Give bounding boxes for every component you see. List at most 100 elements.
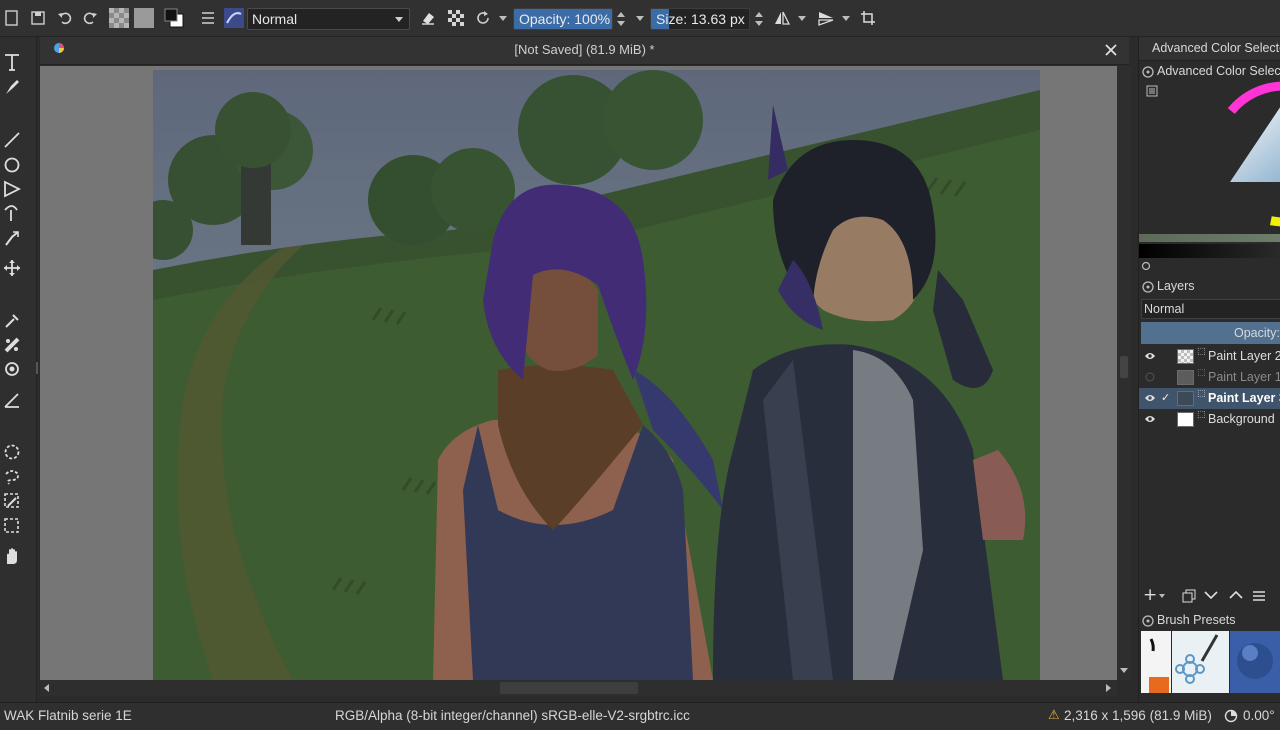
document-tab[interactable]: [Not Saved] (81.9 MiB) * bbox=[40, 37, 1129, 65]
layer-inherit-alpha-icon[interactable]: ⬚ bbox=[1197, 347, 1206, 357]
fg-bg-color-icon[interactable] bbox=[164, 8, 184, 28]
fill-pattern-icon[interactable] bbox=[109, 8, 129, 28]
value-slider[interactable] bbox=[1139, 244, 1280, 258]
layer-inherit-alpha-icon[interactable]: ⬚ bbox=[1197, 368, 1206, 378]
preserve-alpha-icon[interactable] bbox=[446, 8, 466, 28]
reload-preset-icon[interactable] bbox=[473, 8, 493, 28]
horizontal-scroll-thumb[interactable] bbox=[500, 682, 638, 694]
new-document-icon[interactable] bbox=[2, 8, 22, 28]
brush-settings-icon[interactable] bbox=[198, 8, 218, 28]
line-tool-icon[interactable] bbox=[3, 131, 21, 149]
chevron-down-icon bbox=[395, 17, 403, 22]
contiguous-select-tool-icon[interactable] bbox=[3, 492, 21, 510]
eye-icon[interactable] bbox=[1144, 393, 1156, 403]
size-spinner[interactable] bbox=[752, 8, 766, 30]
color-history-bar[interactable] bbox=[1139, 234, 1280, 242]
calligraphy-tool-icon[interactable] bbox=[3, 78, 21, 96]
brush-preset-item-selected[interactable] bbox=[1172, 631, 1229, 693]
pan-tool-icon[interactable] bbox=[3, 547, 21, 565]
layer-thumbnail bbox=[1177, 349, 1194, 364]
horizontal-scrollbar[interactable] bbox=[40, 680, 1117, 696]
docker-panel: Advanced Color Selector Advanced Color S… bbox=[1138, 37, 1280, 702]
layers-opacity-slider[interactable]: Opacity: bbox=[1141, 322, 1280, 344]
eye-hidden-icon[interactable] bbox=[1144, 372, 1156, 382]
size-slider[interactable]: Size: 13.63 px bbox=[650, 8, 750, 30]
vertical-scrollbar[interactable] bbox=[1117, 66, 1131, 680]
vertical-scroll-thumb[interactable] bbox=[1120, 356, 1128, 378]
docker-float-icon[interactable] bbox=[1142, 66, 1154, 78]
text-tool-icon[interactable] bbox=[3, 53, 21, 71]
eraser-icon[interactable] bbox=[418, 8, 438, 28]
save-icon[interactable] bbox=[28, 8, 48, 28]
layer-thumbnail bbox=[1177, 391, 1194, 406]
opacity-spinner[interactable] bbox=[614, 8, 628, 30]
brush-preset-thumbnail-icon[interactable] bbox=[224, 8, 244, 28]
ellipse-tool-icon[interactable] bbox=[3, 156, 21, 174]
move-tool-icon[interactable] bbox=[3, 259, 21, 277]
brush-preset-item[interactable] bbox=[1141, 631, 1171, 693]
scroll-right-arrow-icon[interactable] bbox=[1106, 684, 1111, 692]
move-layer-up-icon[interactable] bbox=[1229, 590, 1243, 600]
undo-icon[interactable] bbox=[55, 8, 75, 28]
brush-preset-item[interactable] bbox=[1230, 631, 1280, 693]
ellipse-select-tool-icon[interactable] bbox=[3, 443, 21, 461]
color-selector-tab[interactable]: Advanced Color Selector bbox=[1139, 37, 1280, 61]
opacity-slider[interactable]: Opacity: 100% bbox=[513, 8, 613, 30]
layer-row[interactable]: ⬚ Paint Layer 1 bbox=[1139, 367, 1280, 388]
layer-row[interactable]: ⬚ Paint Layer 2 bbox=[1139, 346, 1280, 367]
add-layer-icon[interactable]: + bbox=[1143, 585, 1157, 605]
layer-name: Paint Layer 1 bbox=[1208, 370, 1280, 384]
layer-properties-icon[interactable] bbox=[1252, 590, 1266, 602]
scroll-down-arrow-icon[interactable] bbox=[1120, 668, 1128, 673]
color-wheel[interactable] bbox=[1209, 79, 1280, 229]
artwork-canvas[interactable] bbox=[153, 70, 1040, 680]
opacity-menu-chevron-icon[interactable] bbox=[636, 16, 644, 21]
color-picker-tool-icon[interactable] bbox=[3, 312, 21, 330]
layers-blend-mode-select[interactable]: Normal bbox=[1141, 299, 1280, 319]
move-layer-down-icon[interactable] bbox=[1204, 590, 1218, 600]
brush-presets-float-icon[interactable] bbox=[1142, 615, 1154, 627]
status-rotation[interactable]: 0.00° bbox=[1243, 708, 1275, 723]
canvas-area[interactable] bbox=[40, 66, 1117, 680]
mirror-vertical-icon[interactable] bbox=[816, 8, 836, 28]
status-brush-name: WAK Flatnib serie 1E bbox=[4, 708, 132, 723]
freehand-path-tool-icon[interactable] bbox=[3, 229, 21, 247]
reload-menu-chevron-icon[interactable] bbox=[499, 16, 507, 21]
add-layer-menu-chevron-icon[interactable] bbox=[1159, 594, 1165, 598]
assistant-tool-icon[interactable] bbox=[3, 360, 21, 378]
wrap-around-icon[interactable] bbox=[858, 8, 878, 28]
close-document-icon[interactable] bbox=[1104, 43, 1118, 57]
layer-inherit-alpha-icon[interactable]: ⬚ bbox=[1197, 389, 1206, 399]
status-image-size[interactable]: 2,316 x 1,596 (81.9 MiB) bbox=[1064, 708, 1212, 723]
status-color-space[interactable]: RGB/Alpha (8-bit integer/channel) sRGB-e… bbox=[335, 708, 690, 723]
mirror-v-menu-chevron-icon[interactable] bbox=[842, 16, 850, 21]
toolbox-splitter[interactable] bbox=[36, 362, 38, 374]
rotation-icon bbox=[1224, 709, 1238, 723]
bezier-tool-icon[interactable] bbox=[3, 204, 21, 222]
layer-name: Paint Layer 2 bbox=[1208, 349, 1280, 363]
layer-inherit-alpha-icon[interactable]: ⬚ bbox=[1197, 410, 1206, 420]
redo-icon[interactable] bbox=[80, 8, 100, 28]
brush-presets-title: Brush Presets bbox=[1157, 613, 1236, 627]
measure-tool-icon[interactable] bbox=[3, 391, 21, 409]
eye-icon[interactable] bbox=[1144, 414, 1156, 424]
blend-mode-value: Normal bbox=[252, 11, 298, 27]
warning-icon: ⚠ bbox=[1048, 708, 1060, 723]
color-refresh-icon[interactable] bbox=[1141, 261, 1151, 271]
color-selector-settings-icon[interactable] bbox=[1146, 85, 1158, 97]
layers-docker-float-icon[interactable] bbox=[1142, 281, 1154, 293]
similar-select-tool-icon[interactable] bbox=[3, 517, 21, 535]
polygon-tool-icon[interactable] bbox=[3, 180, 21, 198]
eye-icon[interactable] bbox=[1144, 351, 1156, 361]
duplicate-layer-icon[interactable] bbox=[1182, 589, 1196, 603]
document-title: [Not Saved] (81.9 MiB) * bbox=[514, 42, 655, 57]
mirror-h-menu-chevron-icon[interactable] bbox=[798, 16, 806, 21]
layer-row-active[interactable]: ✓ ⬚ Paint Layer 3 bbox=[1139, 388, 1280, 409]
mirror-horizontal-icon[interactable] bbox=[772, 8, 792, 28]
freehand-select-tool-icon[interactable] bbox=[3, 468, 21, 486]
blend-mode-select[interactable]: Normal bbox=[247, 8, 410, 30]
layer-row[interactable]: ⬚ Background bbox=[1139, 409, 1280, 430]
scroll-left-arrow-icon[interactable] bbox=[44, 684, 49, 692]
gradient-icon[interactable] bbox=[134, 8, 154, 28]
smart-patch-tool-icon[interactable] bbox=[3, 336, 21, 354]
